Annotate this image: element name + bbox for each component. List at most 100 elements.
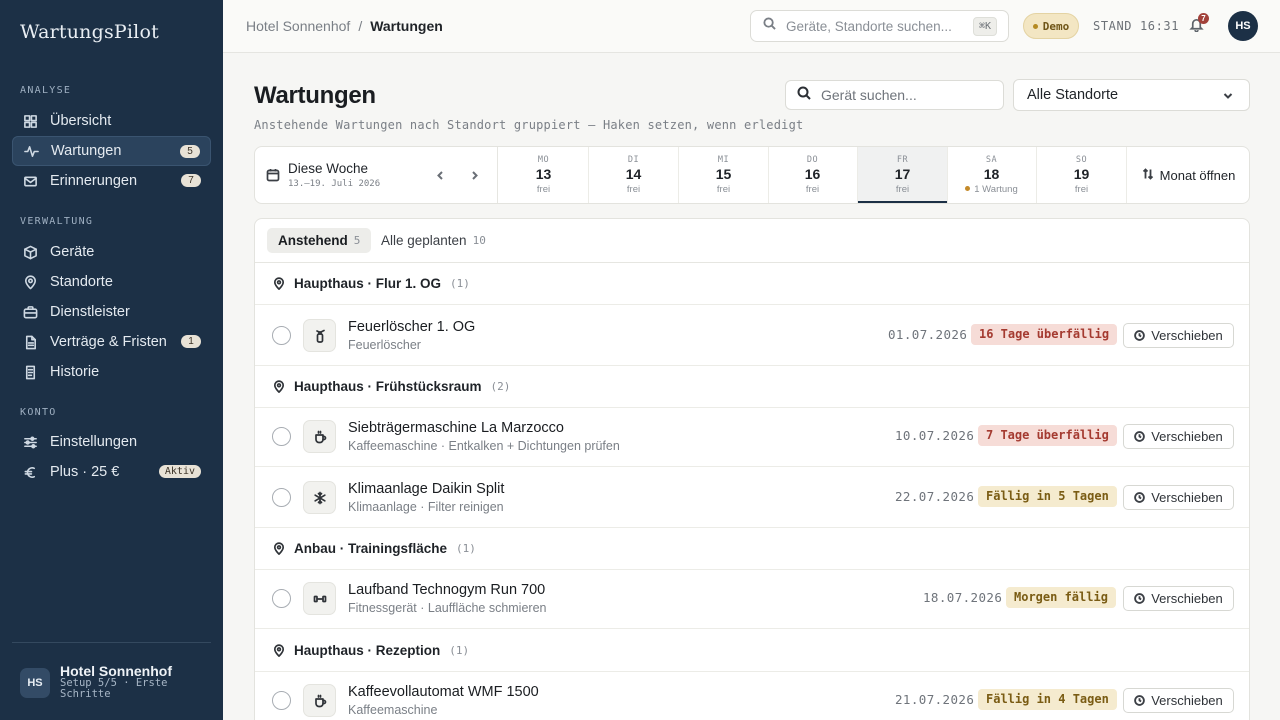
sidebar-item-geraete[interactable]: Geräte [12,237,211,267]
map-pin-icon [273,644,285,657]
location-count: (1) [456,542,476,555]
tab-anstehend[interactable]: Anstehend 5 [267,228,372,253]
chevron-right-icon [471,170,478,180]
sidebar-item-plus[interactable]: Plus · 25 € Aktiv [12,457,211,487]
done-checkbox[interactable] [272,326,291,345]
mail-icon [22,173,38,189]
location-group-header: Haupthaus · Frühstücksraum (2) [255,366,1249,408]
count-badge: 7 [181,174,201,187]
location-select-value: Alle Standorte [1027,87,1119,103]
clock-icon [1134,431,1146,442]
postpone-button[interactable]: Verschieben [1123,485,1234,510]
done-checkbox[interactable] [272,691,291,710]
due-date: 22.07.2026 [895,489,975,504]
due-status-badge: Morgen fällig [1006,587,1116,608]
day-cell-mi[interactable]: MI 15 frei [679,147,769,203]
day-status: frei [1074,184,1089,195]
device-description: Feuerlöscher [348,338,421,352]
week-label: Diese Woche 13.–19. Juli 2026 [255,147,498,203]
day-number: 17 [894,166,911,182]
due-status-badge: Fällig in 5 Tagen [978,486,1117,507]
location-name: Anbau · Trainingsfläche [294,541,448,556]
day-number: 19 [1073,166,1090,182]
postpone-label: Verschieben [1151,429,1223,444]
app-logo[interactable]: WartungsPilot [20,21,159,43]
location-group-header: Haupthaus · Flur 1. OG (1) [255,263,1249,305]
map-pin-icon [273,277,285,290]
sliders-icon [22,434,38,450]
day-cell-sa[interactable]: SA 18 1 Wartung [947,147,1037,203]
sidebar-item-uebersicht[interactable]: Übersicht [12,106,211,136]
sidebar-item-einstellungen[interactable]: Einstellungen [12,427,211,457]
postpone-button[interactable]: Verschieben [1123,323,1234,348]
sidebar-item-standorte[interactable]: Standorte [12,267,211,297]
day-status-text: 1 Wartung [974,184,1018,195]
device-name[interactable]: Siebträgermaschine La Marzocco [348,420,564,436]
device-search[interactable] [785,80,1004,110]
maintenance-row: Kaffeevollautomat WMF 1500 Kaffeemaschin… [255,670,1249,720]
day-cell-do[interactable]: DO 16 frei [768,147,858,203]
clock-icon [1134,695,1146,706]
snowflake-icon [303,481,336,514]
day-number: 15 [715,166,732,182]
device-name[interactable]: Feuerlöscher 1. OG [348,319,475,335]
sidebar-item-erinnerungen[interactable]: Erinnerungen 7 [12,166,211,196]
done-checkbox[interactable] [272,589,291,608]
activity-icon [23,143,39,159]
prev-week-button[interactable] [432,167,448,183]
tab-alle-geplanten[interactable]: Alle geplanten 10 [370,228,497,253]
week-strip: Diese Woche 13.–19. Juli 2026 MO 13 frei… [254,146,1250,204]
sidebar-item-wartungen[interactable]: Wartungen 5 [12,136,211,166]
week-range: 13.–19. Juli 2026 [288,179,381,189]
notifications-button[interactable]: 7 [1189,13,1209,35]
postpone-button[interactable]: Verschieben [1123,424,1234,449]
day-cell-di[interactable]: DI 14 frei [589,147,679,203]
briefcase-icon [22,304,38,320]
sidebar-item-historie[interactable]: Historie [12,357,211,387]
breadcrumb-hotel[interactable]: Hotel Sonnenhof [246,18,350,34]
device-name[interactable]: Kaffeevollautomat WMF 1500 [348,684,539,700]
location-select[interactable]: Alle Standorte [1013,79,1250,111]
day-cell-so[interactable]: SO 19 frei [1037,147,1127,203]
sidebar-item-label: Standorte [50,274,113,290]
notification-count: 7 [1198,13,1209,24]
fire-extinguisher-icon [303,319,336,352]
day-status: 1 Wartung [947,184,1036,195]
location-name: Haupthaus · Flur 1. OG [294,276,442,291]
day-status: frei [805,184,820,195]
sidebar-item-vertraege[interactable]: Verträge & Fristen 1 [12,327,211,357]
device-search-input[interactable] [821,87,991,103]
day-status: frei [716,184,731,195]
due-status-badge: Fällig in 4 Tagen [978,689,1117,710]
due-status-badge: 7 Tage überfällig [978,425,1117,446]
postpone-label: Verschieben [1151,591,1223,606]
postpone-button[interactable]: Verschieben [1123,586,1234,611]
search-icon [797,86,811,105]
postpone-label: Verschieben [1151,328,1223,343]
sidebar-item-label: Plus · 25 € [50,464,120,480]
postpone-button[interactable]: Verschieben [1123,688,1234,713]
grid-icon [22,113,38,129]
shortcut-hint: ⌘K [972,17,997,36]
done-checkbox[interactable] [272,488,291,507]
day-cell-fr[interactable]: FR 17 frei [858,147,948,203]
device-name[interactable]: Laufband Technogym Run 700 [348,582,545,598]
demo-label: Demo [1042,19,1070,33]
device-description: Kaffeemaschine [348,703,438,717]
sidebar-item-dienstleister[interactable]: Dienstleister [12,297,211,327]
day-cell-mo[interactable]: MO 13 frei [499,147,589,203]
device-description: Klimaanlage · Filter reinigen [348,500,504,514]
next-week-button[interactable] [466,167,482,183]
device-name[interactable]: Klimaanlage Daikin Split [348,481,504,497]
device-description: Kaffeemaschine · Entkalken + Dichtungen … [348,439,620,453]
maintenance-row: Feuerlöscher 1. OG Feuerlöscher 01.07.20… [255,305,1249,366]
done-checkbox[interactable] [272,427,291,446]
global-search[interactable]: ⌘K [750,10,1009,42]
tab-label: Anstehend [278,233,348,248]
user-avatar[interactable]: HS [1228,11,1258,41]
avatar[interactable]: HS [20,668,50,698]
tab-bar: Anstehend 5 Alle geplanten 10 [255,219,1249,263]
day-number: 18 [983,166,1000,182]
open-month-button[interactable]: Monat öffnen [1126,147,1249,203]
global-search-input[interactable] [786,18,961,34]
